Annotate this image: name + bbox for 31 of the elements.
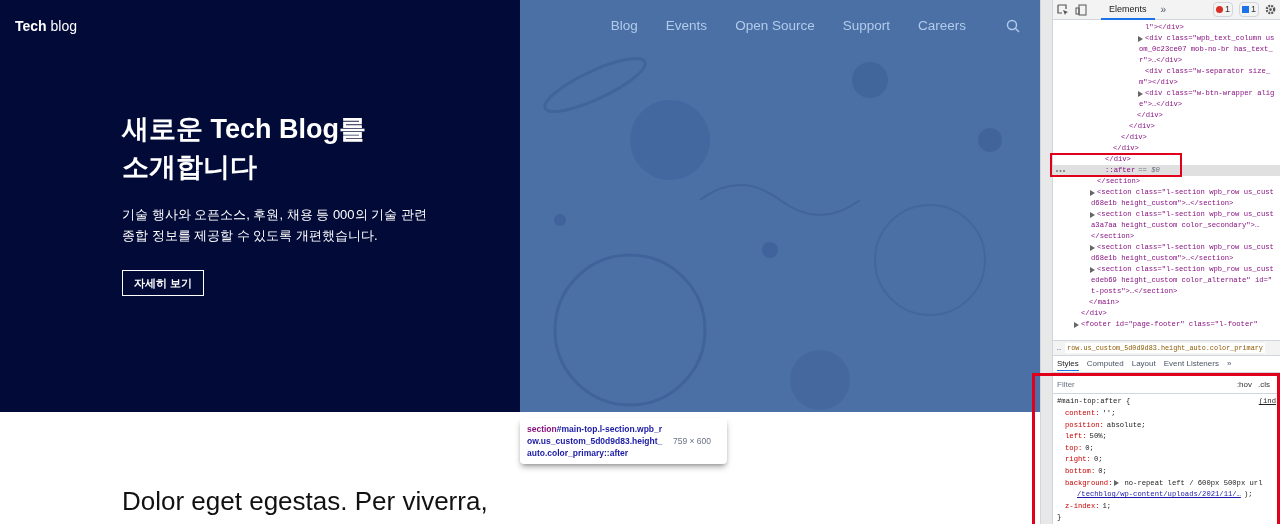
expand-triangle-icon[interactable] [1114,480,1120,487]
class-toggle-button[interactable]: .cls [1258,378,1270,391]
more-tabs-icon[interactable]: » [1160,2,1167,17]
filter-field[interactable]: Filter [1057,378,1207,391]
site-logo[interactable]: Tech blog [15,15,77,37]
element-selector: section#main-top.l-section.wpb_row.us_custom_5d0d9d83.height_auto.color_primary::after [527,423,664,459]
message-badge[interactable]: 1 [1239,1,1259,18]
more-tabs-icon[interactable]: » [1226,358,1232,371]
styles-tab[interactable]: Styles [1057,357,1079,371]
read-more-button[interactable]: 자세히 보기 [122,270,204,296]
settings-icon[interactable] [1265,4,1276,15]
panel-tab[interactable]: Elements [1101,0,1155,20]
expand-triangle-icon[interactable] [1138,91,1143,97]
hover-state-button[interactable]: :hov [1236,378,1252,391]
error-badge[interactable]: 1 [1212,1,1233,18]
hero-title: 새로운 Tech Blog를 소개합니다 [122,113,367,184]
styles-tab[interactable]: Event Listeners [1163,358,1219,371]
hero-description: 기술 행사와 오픈소스, 후원, 채용 등 000의 기술 관련 종합 정보를 제공할 수 있도록 개편했습니다. [122,206,427,245]
expand-triangle-icon[interactable] [1138,36,1143,42]
inspect-icon[interactable] [1057,3,1069,16]
styles-tab[interactable]: Computed [1086,358,1124,371]
device-toolbar-icon[interactable] [1075,3,1087,16]
body-heading: Dolor eget egestas. Per viverra, [122,485,489,518]
expand-triangle-icon[interactable] [1090,190,1095,196]
styles-tab[interactable]: Layout [1131,358,1156,371]
expand-triangle-icon[interactable] [1090,267,1095,273]
expand-triangle-icon[interactable] [1090,245,1095,251]
expand-triangle-icon[interactable] [1074,322,1079,328]
expand-triangle-icon[interactable] [1090,212,1095,218]
element-size: 759 × 600 [673,435,712,448]
search-icon[interactable] [1006,19,1020,33]
